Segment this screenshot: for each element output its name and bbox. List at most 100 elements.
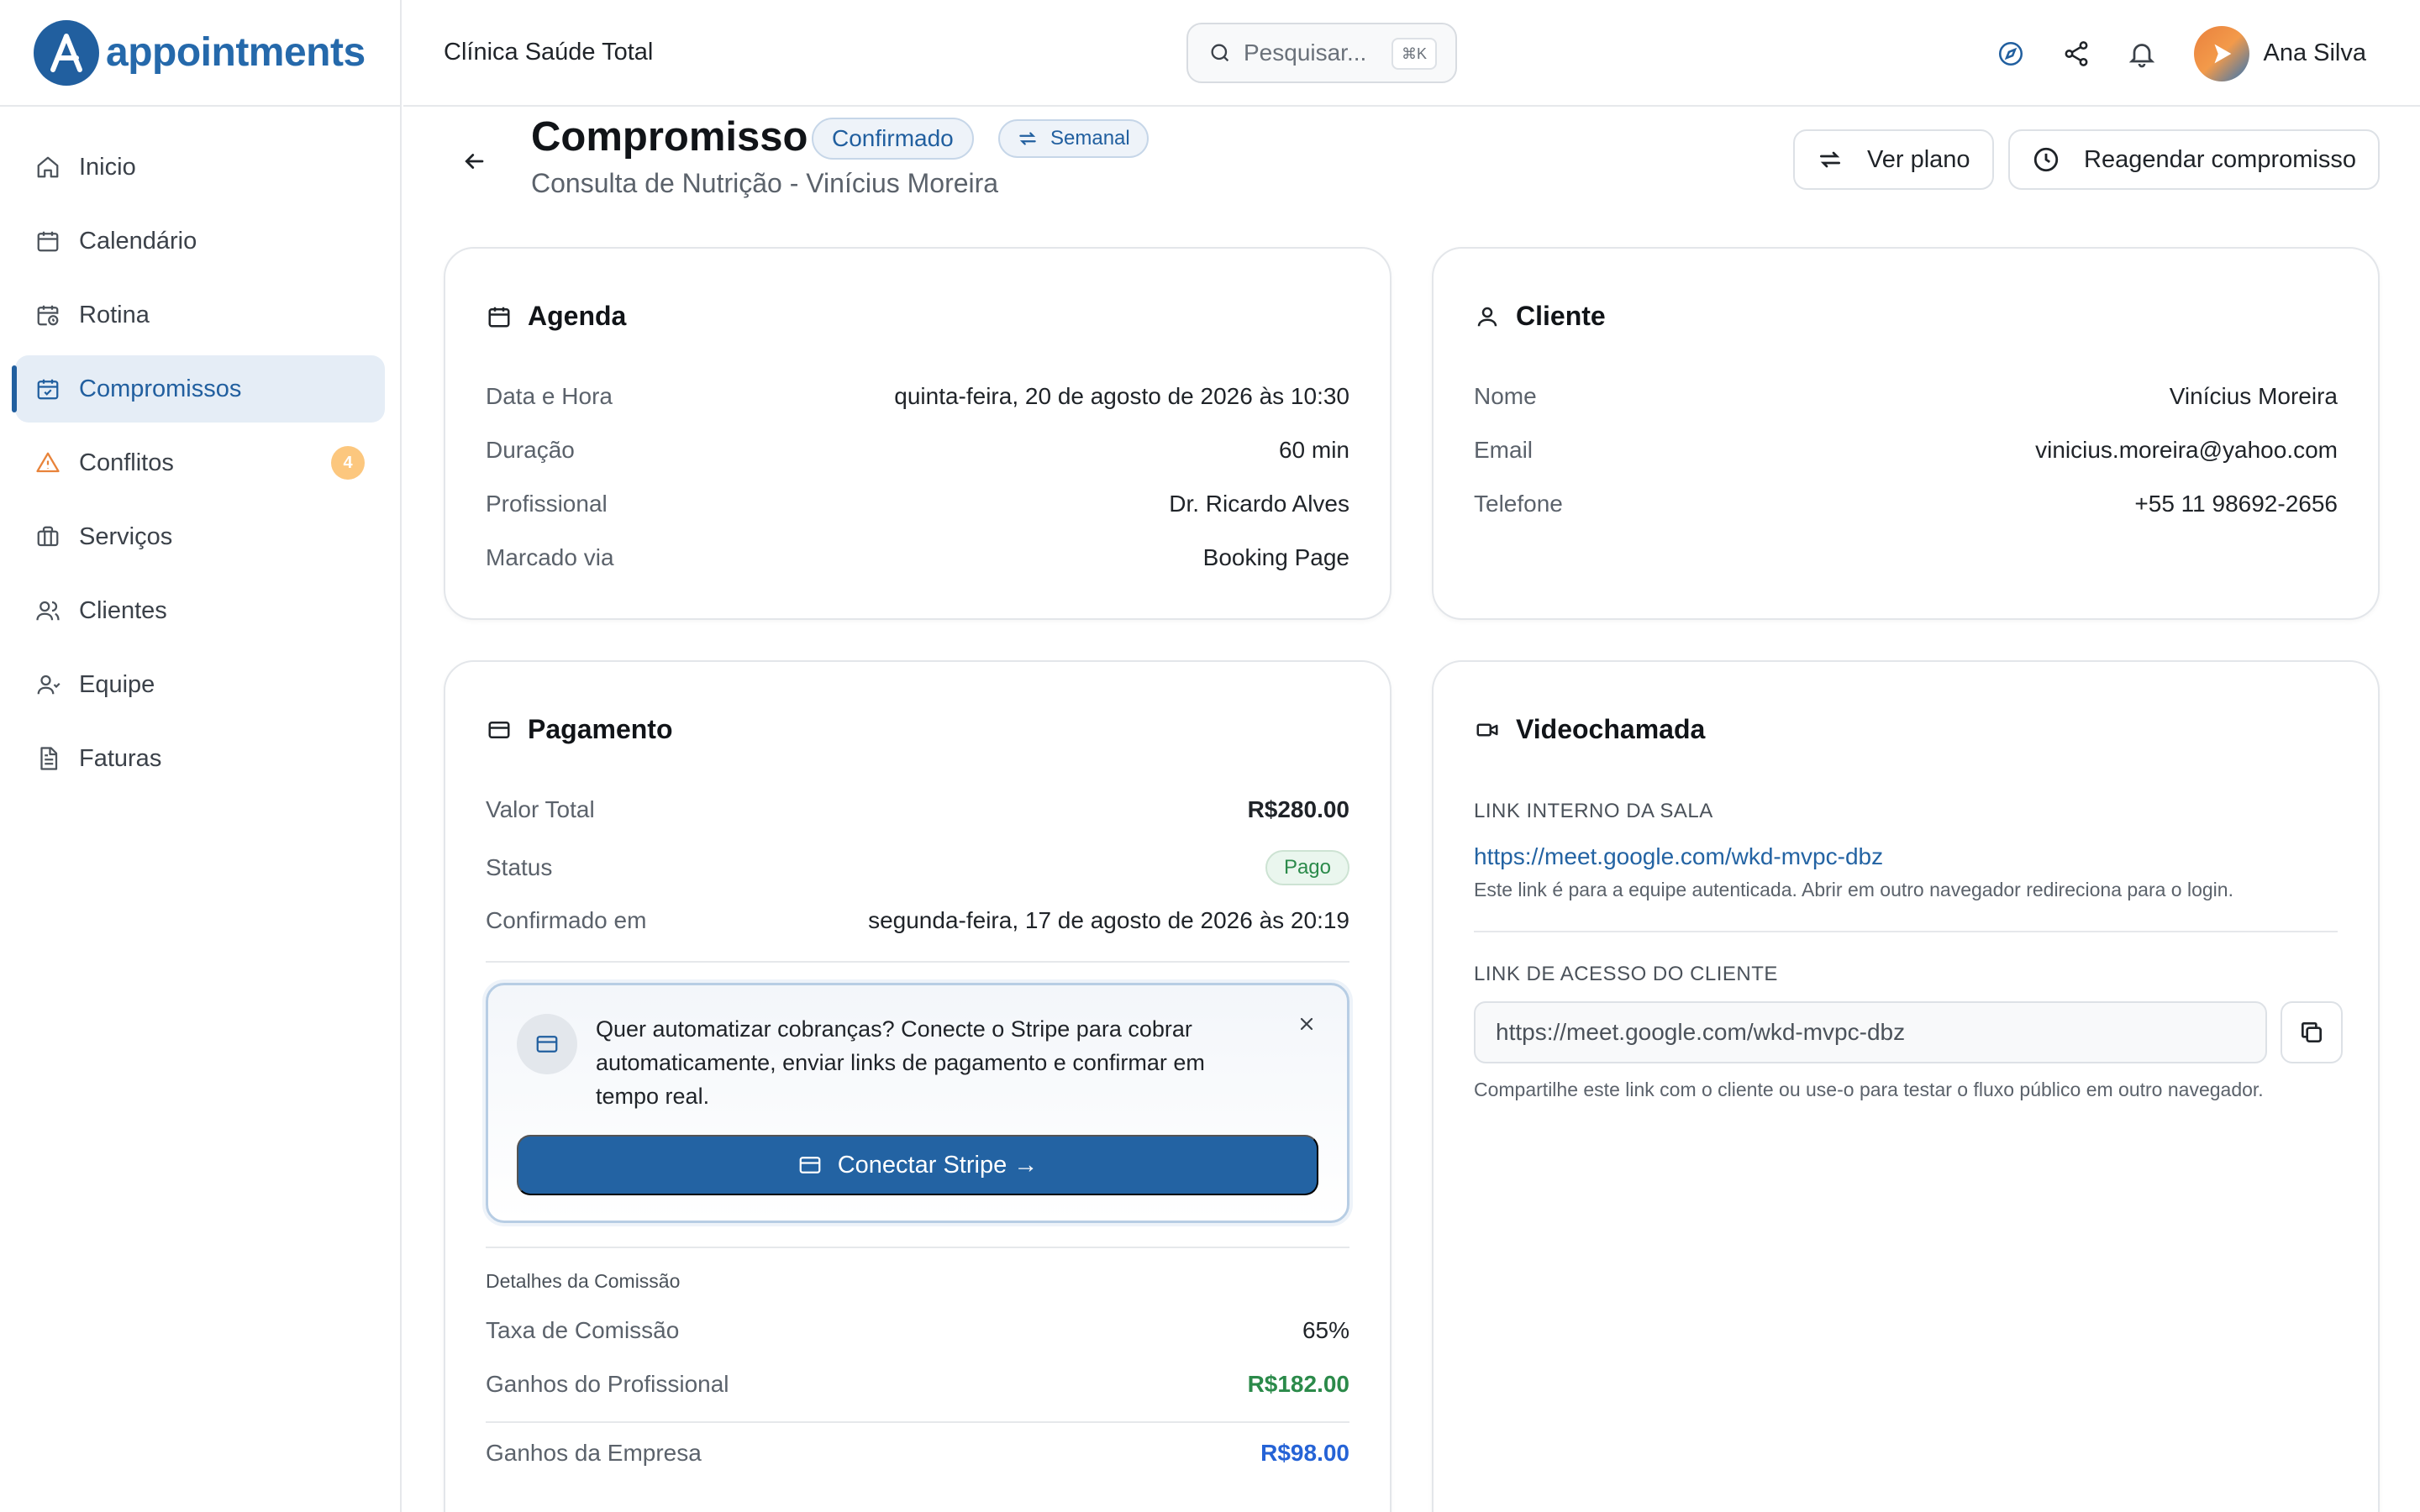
detail-row: Ganhos da Empresa R$98.00 bbox=[486, 1440, 1349, 1467]
detail-label: Data e Hora bbox=[486, 383, 613, 409]
total-label: Valor Total bbox=[486, 796, 595, 822]
sidebar-item-calendario[interactable]: Calendário bbox=[15, 207, 385, 275]
brand[interactable]: appointments bbox=[0, 0, 400, 107]
card-title: Videochamada bbox=[1516, 714, 1706, 744]
sidebar-item-label: Clientes bbox=[79, 596, 167, 624]
avatar[interactable] bbox=[2194, 25, 2250, 81]
back-arrow-icon[interactable] bbox=[457, 144, 491, 178]
briefcase-icon bbox=[34, 522, 62, 551]
card-title: Cliente bbox=[1516, 301, 1606, 331]
detail-label: Email bbox=[1474, 437, 1534, 463]
credit-card-icon bbox=[517, 1014, 577, 1074]
sidebar-item-label: Inicio bbox=[79, 153, 136, 181]
home-icon bbox=[34, 153, 62, 181]
payment-status-badge: Pago bbox=[1265, 850, 1349, 885]
confirmed-label: Confirmado em bbox=[486, 907, 647, 933]
clinic-name[interactable]: Clínica Saúde Total bbox=[444, 39, 653, 66]
sidebar-item-rotina[interactable]: Rotina bbox=[15, 281, 385, 349]
card-title: Pagamento bbox=[528, 714, 673, 744]
sidebar-item-servicos[interactable]: Serviços bbox=[15, 503, 385, 570]
detail-row: Data e Hora quinta-feira, 20 de agosto d… bbox=[486, 383, 1349, 410]
sidebar-item-label: Rotina bbox=[79, 301, 150, 328]
sidebar-item-equipe[interactable]: Equipe bbox=[15, 651, 385, 718]
detail-row: Profissional Dr. Ricardo Alves bbox=[486, 491, 1349, 517]
client-link-field[interactable]: https://meet.google.com/wkd-mvpc-dbz bbox=[1474, 1001, 2267, 1063]
search-input[interactable]: Pesquisar... ⌘K bbox=[1186, 23, 1457, 83]
sidebar-item-conflitos[interactable]: Conflitos 4 bbox=[15, 429, 385, 496]
users-icon bbox=[34, 596, 62, 625]
detail-row: Status Pago bbox=[486, 850, 1349, 885]
detail-row: Taxa de Comissão 65% bbox=[486, 1317, 1349, 1344]
share-icon[interactable] bbox=[2058, 35, 2095, 72]
detail-row: Duração 60 min bbox=[486, 437, 1349, 464]
client-link-label: LINK DE ACESSO DO CLIENTE bbox=[1474, 963, 1778, 985]
detail-value: Booking Page bbox=[1202, 544, 1349, 570]
calendar-icon bbox=[486, 303, 513, 330]
sidebar: appointments Inicio Calendário Rotina Co… bbox=[0, 0, 402, 1512]
calendar-clock-icon bbox=[34, 301, 62, 329]
card-header: Agenda bbox=[486, 301, 626, 332]
sidebar-item-clientes[interactable]: Clientes bbox=[15, 577, 385, 644]
warning-icon bbox=[34, 449, 62, 477]
detail-value: 60 min bbox=[1278, 437, 1349, 463]
brand-name: appointments bbox=[106, 30, 366, 75]
detail-label: Duração bbox=[486, 437, 575, 463]
bell-icon[interactable] bbox=[2123, 35, 2160, 72]
video-call-card: Videochamada LINK INTERNO DA SALA https:… bbox=[1432, 660, 2380, 1512]
card-header: Cliente bbox=[1474, 301, 1606, 332]
detail-row: Ganhos do Profissional R$182.00 bbox=[486, 1371, 1349, 1398]
detail-value: Dr. Ricardo Alves bbox=[1169, 491, 1349, 517]
commission-section-label: Detalhes da Comissão bbox=[486, 1270, 681, 1292]
internal-link-label: LINK INTERNO DA SALA bbox=[1474, 800, 1713, 822]
confirmed-value: segunda-feira, 17 de agosto de 2026 às 2… bbox=[868, 907, 1349, 933]
view-plan-label: Ver plano bbox=[1867, 145, 1970, 173]
client-card: Cliente Nome Vinícius Moreira Email vini… bbox=[1432, 247, 2380, 620]
user-icon bbox=[1474, 303, 1501, 330]
repeat-icon bbox=[1017, 128, 1039, 150]
status-badge: Confirmado bbox=[812, 118, 974, 160]
sidebar-item-label: Equipe bbox=[79, 670, 155, 698]
detail-value[interactable]: vinicius.moreira@yahoo.com bbox=[2035, 437, 2338, 464]
close-icon[interactable] bbox=[1293, 1011, 1320, 1037]
card-header: Videochamada bbox=[1474, 714, 1705, 745]
internal-room-link[interactable]: https://meet.google.com/wkd-mvpc-dbz bbox=[1474, 843, 1883, 870]
topbar: Clínica Saúde Total Pesquisar... ⌘K Ana … bbox=[403, 0, 2420, 107]
detail-label: Nome bbox=[1474, 383, 1537, 409]
search-placeholder: Pesquisar... bbox=[1244, 39, 1367, 66]
pro-earnings-value: R$182.00 bbox=[1247, 1371, 1349, 1397]
status-label: Status bbox=[486, 854, 553, 880]
repeat-icon bbox=[1817, 146, 1844, 173]
recurrence-label: Semanal bbox=[1050, 127, 1130, 150]
card-header: Pagamento bbox=[486, 714, 672, 745]
sidebar-item-inicio[interactable]: Inicio bbox=[15, 134, 385, 201]
reschedule-button[interactable]: Reagendar compromisso bbox=[2008, 129, 2380, 190]
company-earnings-value: R$98.00 bbox=[1260, 1440, 1349, 1466]
copy-link-button[interactable] bbox=[2281, 1001, 2343, 1063]
credit-card-icon bbox=[486, 717, 513, 743]
stripe-promo-text: Quer automatizar cobranças? Conecte o St… bbox=[596, 1016, 1205, 1109]
divider bbox=[1474, 931, 2338, 932]
detail-row: Email vinicius.moreira@yahoo.com bbox=[1474, 437, 2338, 464]
video-camera-icon bbox=[1474, 717, 1501, 743]
credit-card-icon bbox=[797, 1152, 823, 1178]
calendar-icon bbox=[34, 227, 62, 255]
divider bbox=[486, 961, 1349, 963]
sidebar-item-faturas[interactable]: Faturas bbox=[15, 725, 385, 792]
commission-rate-label: Taxa de Comissão bbox=[486, 1317, 680, 1343]
connect-stripe-button[interactable]: Conectar Stripe → bbox=[517, 1135, 1318, 1195]
sidebar-item-label: Compromissos bbox=[79, 375, 242, 402]
sidebar-item-compromissos[interactable]: Compromissos bbox=[12, 355, 385, 423]
detail-row: Valor Total R$280.00 bbox=[486, 796, 1349, 823]
compass-icon[interactable] bbox=[1992, 35, 2029, 72]
user-name[interactable]: Ana Silva bbox=[2263, 39, 2366, 67]
view-plan-button[interactable]: Ver plano bbox=[1793, 129, 1994, 190]
total-value: R$280.00 bbox=[1247, 796, 1349, 822]
copy-icon bbox=[2298, 1019, 2325, 1046]
client-link-note: Compartilhe este link com o cliente ou u… bbox=[1474, 1079, 2264, 1100]
sidebar-item-label: Serviços bbox=[79, 522, 173, 550]
detail-row: Marcado via Booking Page bbox=[486, 544, 1349, 571]
detail-label: Marcado via bbox=[486, 544, 614, 570]
clock-icon bbox=[2032, 145, 2060, 174]
detail-value[interactable]: +55 11 98692-2656 bbox=[2134, 491, 2338, 517]
search-shortcut: ⌘K bbox=[1391, 38, 1437, 70]
